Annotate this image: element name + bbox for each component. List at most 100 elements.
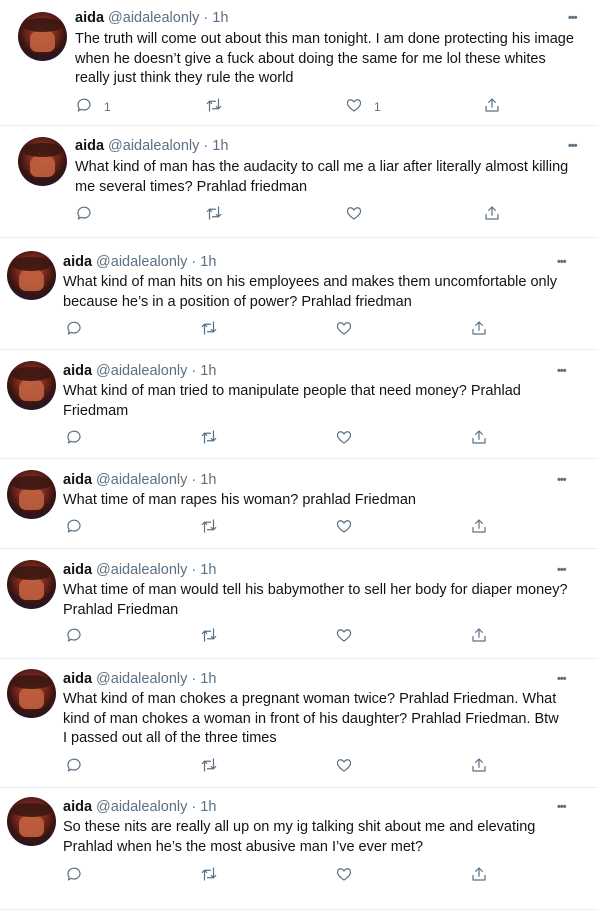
user-handle[interactable]: @aidalealonly [96, 472, 187, 488]
timestamp[interactable]: 1h [200, 254, 216, 270]
heart-icon [335, 756, 353, 779]
retweet-button[interactable] [200, 627, 218, 647]
like-button[interactable] [335, 627, 364, 647]
avatar[interactable] [18, 137, 67, 186]
timestamp[interactable]: 1h [212, 10, 228, 26]
like-button[interactable] [335, 757, 364, 777]
display-name[interactable]: aida [63, 472, 92, 488]
share-button[interactable] [470, 320, 488, 340]
retweet-button[interactable] [200, 757, 218, 777]
like-button[interactable] [335, 518, 364, 538]
display-name[interactable]: aida [63, 799, 92, 815]
avatar[interactable] [7, 470, 56, 519]
reply-button[interactable] [65, 757, 94, 777]
timestamp[interactable]: 1h [200, 562, 216, 578]
reply-button[interactable] [65, 429, 94, 449]
separator: · [191, 472, 197, 488]
reply-button[interactable] [65, 866, 94, 886]
user-handle[interactable]: @aidalealonly [108, 138, 199, 154]
timestamp[interactable]: 1h [200, 472, 216, 488]
retweet-icon [200, 517, 218, 540]
display-name[interactable]: aida [75, 138, 104, 154]
like-button[interactable] [335, 429, 364, 449]
share-button[interactable] [470, 518, 488, 538]
more-options-icon[interactable]: ••• [568, 140, 578, 152]
avatar[interactable] [18, 12, 67, 61]
display-name[interactable]: aida [63, 363, 92, 379]
share-button[interactable] [483, 97, 501, 117]
more-options-icon[interactable]: ••• [557, 474, 567, 486]
display-name[interactable]: aida [63, 254, 92, 270]
retweet-icon [205, 204, 223, 227]
tweet-text: So these nits are really all up on my ig… [63, 819, 536, 855]
user-handle[interactable]: @aidalealonly [108, 10, 199, 26]
like-button[interactable] [335, 320, 364, 340]
share-button[interactable] [470, 866, 488, 886]
heart-icon [335, 626, 353, 649]
heart-icon [335, 865, 353, 888]
reply-button[interactable] [65, 320, 94, 340]
reply-icon [75, 96, 93, 119]
tweet-header: aida @aidalealonly · 1h [63, 471, 216, 489]
user-handle[interactable]: @aidalealonly [96, 671, 187, 687]
separator: · [191, 799, 197, 815]
reply-icon [65, 517, 83, 540]
user-handle[interactable]: @aidalealonly [96, 799, 187, 815]
tweet-header: aida @aidalealonly · 1h [63, 253, 216, 271]
heart-icon [335, 517, 353, 540]
avatar[interactable] [7, 797, 56, 846]
user-handle[interactable]: @aidalealonly [96, 363, 187, 379]
more-options-icon[interactable]: ••• [557, 564, 567, 576]
tweet-header: aida @aidalealonly · 1h [75, 137, 228, 155]
avatar[interactable] [7, 669, 56, 718]
user-handle[interactable]: @aidalealonly [96, 562, 187, 578]
more-options-icon[interactable]: ••• [568, 12, 578, 24]
timestamp[interactable]: 1h [200, 671, 216, 687]
retweet-button[interactable] [200, 429, 218, 449]
reply-button[interactable]: 1 [75, 97, 111, 117]
share-icon [470, 517, 488, 540]
share-button[interactable] [470, 757, 488, 777]
user-handle[interactable]: @aidalealonly [96, 254, 187, 270]
share-button[interactable] [470, 627, 488, 647]
retweet-button[interactable] [205, 97, 223, 117]
retweet-icon [200, 626, 218, 649]
reply-button[interactable] [65, 627, 94, 647]
reply-button[interactable] [65, 518, 94, 538]
reply-icon [75, 204, 93, 227]
avatar[interactable] [7, 560, 56, 609]
retweet-button[interactable] [205, 205, 223, 225]
tweet-header: aida @aidalealonly · 1h [63, 561, 216, 579]
more-options-icon[interactable]: ••• [557, 673, 567, 685]
more-options-icon[interactable]: ••• [557, 256, 567, 268]
tweet-text: What kind of man hits on his employees a… [63, 274, 558, 310]
like-button[interactable]: 1 [345, 97, 381, 117]
retweet-button[interactable] [200, 518, 218, 538]
more-options-icon[interactable]: ••• [557, 801, 567, 813]
reply-icon [65, 428, 83, 451]
display-name[interactable]: aida [63, 562, 92, 578]
avatar[interactable] [7, 251, 56, 300]
share-icon [470, 626, 488, 649]
like-button[interactable] [335, 866, 364, 886]
retweet-button[interactable] [200, 320, 218, 340]
retweet-button[interactable] [200, 866, 218, 886]
timestamp[interactable]: 1h [200, 799, 216, 815]
tweet-text: What kind of man tried to manipulate peo… [63, 383, 521, 419]
separator: · [191, 363, 197, 379]
display-name[interactable]: aida [75, 10, 104, 26]
share-icon [483, 96, 501, 119]
reply-button[interactable] [75, 205, 104, 225]
timestamp[interactable]: 1h [212, 138, 228, 154]
avatar[interactable] [7, 361, 56, 410]
retweet-icon [200, 865, 218, 888]
retweet-icon [200, 756, 218, 779]
share-button[interactable] [470, 429, 488, 449]
like-button[interactable] [345, 205, 374, 225]
timestamp[interactable]: 1h [200, 363, 216, 379]
more-options-icon[interactable]: ••• [557, 365, 567, 377]
display-name[interactable]: aida [63, 671, 92, 687]
share-button[interactable] [483, 205, 501, 225]
share-icon [470, 865, 488, 888]
like-count: 1 [374, 100, 381, 114]
